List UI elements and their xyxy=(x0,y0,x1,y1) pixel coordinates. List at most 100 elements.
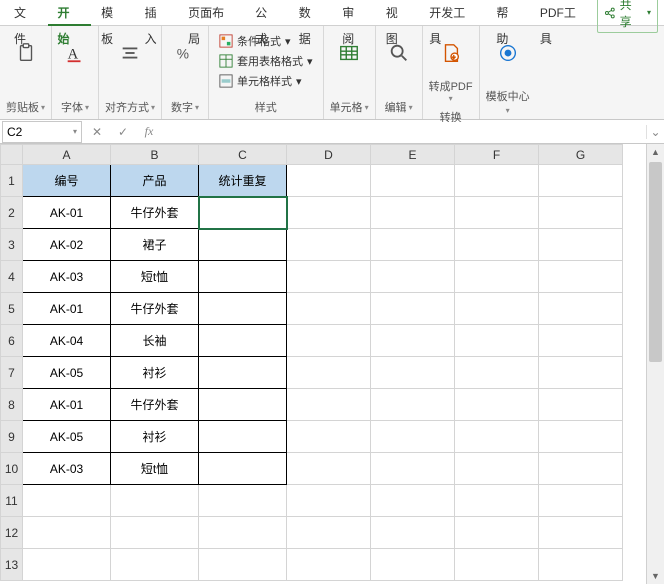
cell-B1[interactable]: 产品 xyxy=(111,165,199,197)
cell-E9[interactable] xyxy=(371,421,455,453)
cell-D13[interactable] xyxy=(287,549,371,581)
row-header-9[interactable]: 9 xyxy=(1,421,23,453)
cell-C5[interactable] xyxy=(199,293,287,325)
chevron-down-icon[interactable]: ▾ xyxy=(85,103,89,112)
spreadsheet-grid[interactable]: A B C D E F G 1编号产品统计重复2AK-01牛仔外套3AK-02裙… xyxy=(0,144,623,581)
tab-insert[interactable]: 插入 xyxy=(135,0,179,26)
cell-E8[interactable] xyxy=(371,389,455,421)
cell-B10[interactable]: 短t恤 xyxy=(111,453,199,485)
conditional-format-button[interactable]: 条件格式▾ xyxy=(215,32,317,50)
row-header-8[interactable]: 8 xyxy=(1,389,23,421)
row-header-4[interactable]: 4 xyxy=(1,261,23,293)
cell-E6[interactable] xyxy=(371,325,455,357)
cell-G12[interactable] xyxy=(539,517,623,549)
cell-D10[interactable] xyxy=(287,453,371,485)
cell-F9[interactable] xyxy=(455,421,539,453)
cell-G5[interactable] xyxy=(539,293,623,325)
tab-help[interactable]: 帮助 xyxy=(486,0,530,26)
cell-F2[interactable] xyxy=(455,197,539,229)
accept-formula-button[interactable]: ✓ xyxy=(110,125,136,139)
chevron-down-icon[interactable]: ▾ xyxy=(506,106,510,115)
cell-E1[interactable] xyxy=(371,165,455,197)
cell-E3[interactable] xyxy=(371,229,455,261)
tab-page-layout[interactable]: 页面布局 xyxy=(178,0,245,26)
col-header-D[interactable]: D xyxy=(287,145,371,165)
chevron-down-icon[interactable]: ▾ xyxy=(449,94,453,103)
cell-A4[interactable]: AK-03 xyxy=(23,261,111,293)
chevron-down-icon[interactable]: ▾ xyxy=(365,103,369,112)
cell-C2[interactable] xyxy=(199,197,287,229)
cancel-formula-button[interactable]: ✕ xyxy=(84,125,110,139)
cell-B11[interactable] xyxy=(111,485,199,517)
cell-G9[interactable] xyxy=(539,421,623,453)
number-button[interactable]: % xyxy=(168,30,202,76)
col-header-C[interactable]: C xyxy=(199,145,287,165)
tab-home[interactable]: 开始 xyxy=(48,0,92,26)
col-header-B[interactable]: B xyxy=(111,145,199,165)
cell-A12[interactable] xyxy=(23,517,111,549)
scroll-down-icon[interactable]: ▼ xyxy=(647,568,664,584)
row-header-10[interactable]: 10 xyxy=(1,453,23,485)
cell-A6[interactable]: AK-04 xyxy=(23,325,111,357)
cell-B2[interactable]: 牛仔外套 xyxy=(111,197,199,229)
cell-B12[interactable] xyxy=(111,517,199,549)
cell-D9[interactable] xyxy=(287,421,371,453)
share-button[interactable]: 共享 ▾ xyxy=(597,0,658,33)
cell-B3[interactable]: 裙子 xyxy=(111,229,199,261)
font-button[interactable]: A xyxy=(58,30,92,76)
col-header-F[interactable]: F xyxy=(455,145,539,165)
cell-G4[interactable] xyxy=(539,261,623,293)
cell-F12[interactable] xyxy=(455,517,539,549)
cell-D7[interactable] xyxy=(287,357,371,389)
cell-A9[interactable]: AK-05 xyxy=(23,421,111,453)
cell-B4[interactable]: 短t恤 xyxy=(111,261,199,293)
cell-B9[interactable]: 衬衫 xyxy=(111,421,199,453)
cell-A5[interactable]: AK-01 xyxy=(23,293,111,325)
cell-B7[interactable]: 衬衫 xyxy=(111,357,199,389)
formula-input[interactable] xyxy=(162,122,646,142)
cell-format-button[interactable]: 单元格样式▾ xyxy=(215,72,317,90)
cell-A13[interactable] xyxy=(23,549,111,581)
cell-A1[interactable]: 编号 xyxy=(23,165,111,197)
cell-A10[interactable]: AK-03 xyxy=(23,453,111,485)
cell-G13[interactable] xyxy=(539,549,623,581)
cell-G2[interactable] xyxy=(539,197,623,229)
chevron-down-icon[interactable]: ▾ xyxy=(409,103,413,112)
cell-D3[interactable] xyxy=(287,229,371,261)
cell-C13[interactable] xyxy=(199,549,287,581)
cell-D5[interactable] xyxy=(287,293,371,325)
tab-pdf-tools[interactable]: PDF工具 xyxy=(530,0,597,26)
cell-D1[interactable] xyxy=(287,165,371,197)
cell-D4[interactable] xyxy=(287,261,371,293)
tab-devtools[interactable]: 开发工具 xyxy=(419,0,486,26)
cell-C12[interactable] xyxy=(199,517,287,549)
cell-G7[interactable] xyxy=(539,357,623,389)
tab-template[interactable]: 模板 xyxy=(91,0,135,26)
row-header-6[interactable]: 6 xyxy=(1,325,23,357)
cell-C3[interactable] xyxy=(199,229,287,261)
cell-F8[interactable] xyxy=(455,389,539,421)
cell-A7[interactable]: AK-05 xyxy=(23,357,111,389)
cell-A3[interactable]: AK-02 xyxy=(23,229,111,261)
row-header-1[interactable]: 1 xyxy=(1,165,23,197)
cell-reference-input[interactable] xyxy=(7,125,57,139)
cell-C6[interactable] xyxy=(199,325,287,357)
cell-F10[interactable] xyxy=(455,453,539,485)
row-header-5[interactable]: 5 xyxy=(1,293,23,325)
cell-D6[interactable] xyxy=(287,325,371,357)
cell-B8[interactable]: 牛仔外套 xyxy=(111,389,199,421)
scroll-thumb[interactable] xyxy=(649,162,662,362)
to-pdf-button[interactable] xyxy=(434,30,468,76)
row-header-2[interactable]: 2 xyxy=(1,197,23,229)
select-all-corner[interactable] xyxy=(1,145,23,165)
align-button[interactable] xyxy=(113,30,147,76)
cell-C4[interactable] xyxy=(199,261,287,293)
cell-D2[interactable] xyxy=(287,197,371,229)
cell-F5[interactable] xyxy=(455,293,539,325)
cell-A11[interactable] xyxy=(23,485,111,517)
tab-view[interactable]: 视图 xyxy=(376,0,420,26)
chevron-down-icon[interactable]: ▾ xyxy=(195,103,199,112)
cell-E5[interactable] xyxy=(371,293,455,325)
cell-B13[interactable] xyxy=(111,549,199,581)
row-header-11[interactable]: 11 xyxy=(1,485,23,517)
